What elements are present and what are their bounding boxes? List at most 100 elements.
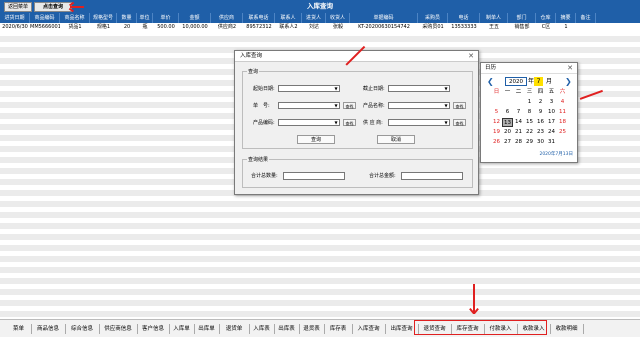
column-header[interactable]: 摘要: [556, 13, 576, 23]
query-tabs-highlight: [414, 320, 547, 335]
bill-no-combo[interactable]: ▼: [278, 102, 340, 109]
table-cell: 联系人2: [279, 24, 298, 30]
column-header[interactable]: 仓库: [536, 13, 556, 23]
column-header[interactable]: 联系人: [275, 13, 302, 23]
calendar-day[interactable]: 26: [491, 138, 502, 147]
total-amount-field[interactable]: [401, 172, 463, 180]
tab-9[interactable]: 出库表: [274, 323, 299, 335]
calendar-day[interactable]: 7: [513, 108, 524, 117]
column-header[interactable]: 单价: [153, 13, 179, 23]
bill-no-find-button[interactable]: 查找: [343, 102, 356, 109]
tab-0[interactable]: 菜单: [6, 323, 31, 335]
column-header[interactable]: 采购员: [418, 13, 448, 23]
prev-month-icon[interactable]: ❮: [487, 76, 494, 87]
column-header[interactable]: 单位: [137, 13, 153, 23]
calendar-day[interactable]: 1: [524, 98, 535, 107]
calendar-day[interactable]: 24: [546, 128, 557, 137]
start-date-combo[interactable]: ▼: [278, 85, 340, 92]
tab-18[interactable]: 收款明细: [550, 323, 583, 335]
calendar-day[interactable]: 25: [557, 128, 568, 137]
column-header[interactable]: 金额: [179, 13, 211, 23]
supplier-find-button[interactable]: 查找: [453, 119, 466, 126]
chevron-down-icon[interactable]: ▼: [333, 86, 339, 91]
close-icon[interactable]: ✕: [468, 51, 474, 61]
column-header[interactable]: 进货日期: [0, 13, 30, 23]
calendar-day[interactable]: 10: [546, 108, 557, 117]
chevron-down-icon[interactable]: ▼: [443, 86, 449, 91]
calendar-day[interactable]: 16: [535, 118, 546, 127]
chevron-down-icon[interactable]: ▼: [443, 103, 449, 108]
product-name-find-button[interactable]: 查找: [453, 102, 466, 109]
result-group-label: 查询结果: [247, 156, 270, 163]
tab-12[interactable]: 入库查询: [352, 323, 385, 335]
chevron-down-icon[interactable]: ▼: [443, 120, 449, 125]
end-date-combo[interactable]: ▼: [388, 85, 450, 92]
calendar-day[interactable]: 4: [557, 98, 568, 107]
product-code-combo[interactable]: ▼: [278, 119, 340, 126]
calendar-day: [513, 98, 524, 107]
supplier-combo[interactable]: ▼: [388, 119, 450, 126]
column-header[interactable]: 部门: [508, 13, 536, 23]
calendar-day[interactable]: 17: [546, 118, 557, 127]
month-field[interactable]: 7: [534, 77, 543, 86]
calendar-day[interactable]: 15: [524, 118, 535, 127]
tab-4[interactable]: 客户信息: [137, 323, 169, 335]
calendar-day[interactable]: 18: [557, 118, 568, 127]
calendar-day[interactable]: 29: [524, 138, 535, 147]
tab-6[interactable]: 出库单: [194, 323, 219, 335]
column-header[interactable]: 单据编码: [350, 13, 418, 23]
column-header[interactable]: 收货人: [326, 13, 350, 23]
column-header[interactable]: 制单人: [480, 13, 508, 23]
table-cell: 瓶: [142, 24, 148, 30]
tab-10[interactable]: 退货表: [299, 323, 324, 335]
calendar-day[interactable]: 21: [513, 128, 524, 137]
product-code-find-button[interactable]: 查找: [343, 119, 356, 126]
column-header[interactable]: 进货人: [302, 13, 326, 23]
calendar-day[interactable]: 9: [535, 108, 546, 117]
tab-11[interactable]: 库存表: [324, 323, 352, 335]
tab-1[interactable]: 商品信息: [31, 323, 65, 335]
cancel-button[interactable]: 取消: [377, 135, 415, 144]
tab-8[interactable]: 入库表: [249, 323, 274, 335]
query-button[interactable]: 查询: [297, 135, 335, 144]
calendar-day[interactable]: 13: [502, 118, 513, 127]
chevron-down-icon[interactable]: ▼: [333, 120, 339, 125]
calendar-day[interactable]: 31: [546, 138, 557, 147]
column-header[interactable]: 联系电话: [243, 13, 275, 23]
calendar-today[interactable]: 2020年7月13日: [481, 151, 573, 157]
calendar-day[interactable]: 19: [491, 128, 502, 137]
calendar-day[interactable]: 5: [491, 108, 502, 117]
column-header[interactable]: 电话: [448, 13, 480, 23]
calendar-day[interactable]: 27: [502, 138, 513, 147]
calendar-day[interactable]: 23: [535, 128, 546, 137]
column-header[interactable]: 数量: [117, 13, 137, 23]
calendar-day[interactable]: 30: [535, 138, 546, 147]
column-header[interactable]: 备注: [576, 13, 596, 23]
calendar-day[interactable]: 28: [513, 138, 524, 147]
column-header[interactable]: 供应商: [211, 13, 243, 23]
calendar-day[interactable]: 11: [557, 108, 568, 117]
tab-2[interactable]: 综合信息: [65, 323, 99, 335]
calendar-day[interactable]: 6: [502, 108, 513, 117]
calendar-day[interactable]: 2: [535, 98, 546, 107]
calendar-day[interactable]: 12: [491, 118, 502, 127]
tab-7[interactable]: 退货单: [219, 323, 249, 335]
column-header[interactable]: 商品名称: [60, 13, 90, 23]
calendar-day[interactable]: 14: [513, 118, 524, 127]
close-icon[interactable]: ✕: [567, 63, 573, 73]
total-qty-label: 合计总数量:: [251, 173, 278, 179]
year-field[interactable]: 2020: [505, 77, 527, 86]
calendar-day[interactable]: 20: [502, 128, 513, 137]
calendar-day[interactable]: 8: [524, 108, 535, 117]
tab-3[interactable]: 供应商信息: [99, 323, 137, 335]
tab-5[interactable]: 入库单: [169, 323, 194, 335]
calendar-day[interactable]: 3: [546, 98, 557, 107]
total-qty-field[interactable]: [283, 172, 345, 180]
column-header[interactable]: 商品编码: [30, 13, 60, 23]
product-name-combo[interactable]: ▼: [388, 102, 450, 109]
next-month-icon[interactable]: ❯: [565, 76, 572, 87]
column-header[interactable]: 规格型号: [90, 13, 117, 23]
annotation-arrow: [70, 6, 84, 8]
calendar-day[interactable]: 22: [524, 128, 535, 137]
chevron-down-icon[interactable]: ▼: [333, 103, 339, 108]
